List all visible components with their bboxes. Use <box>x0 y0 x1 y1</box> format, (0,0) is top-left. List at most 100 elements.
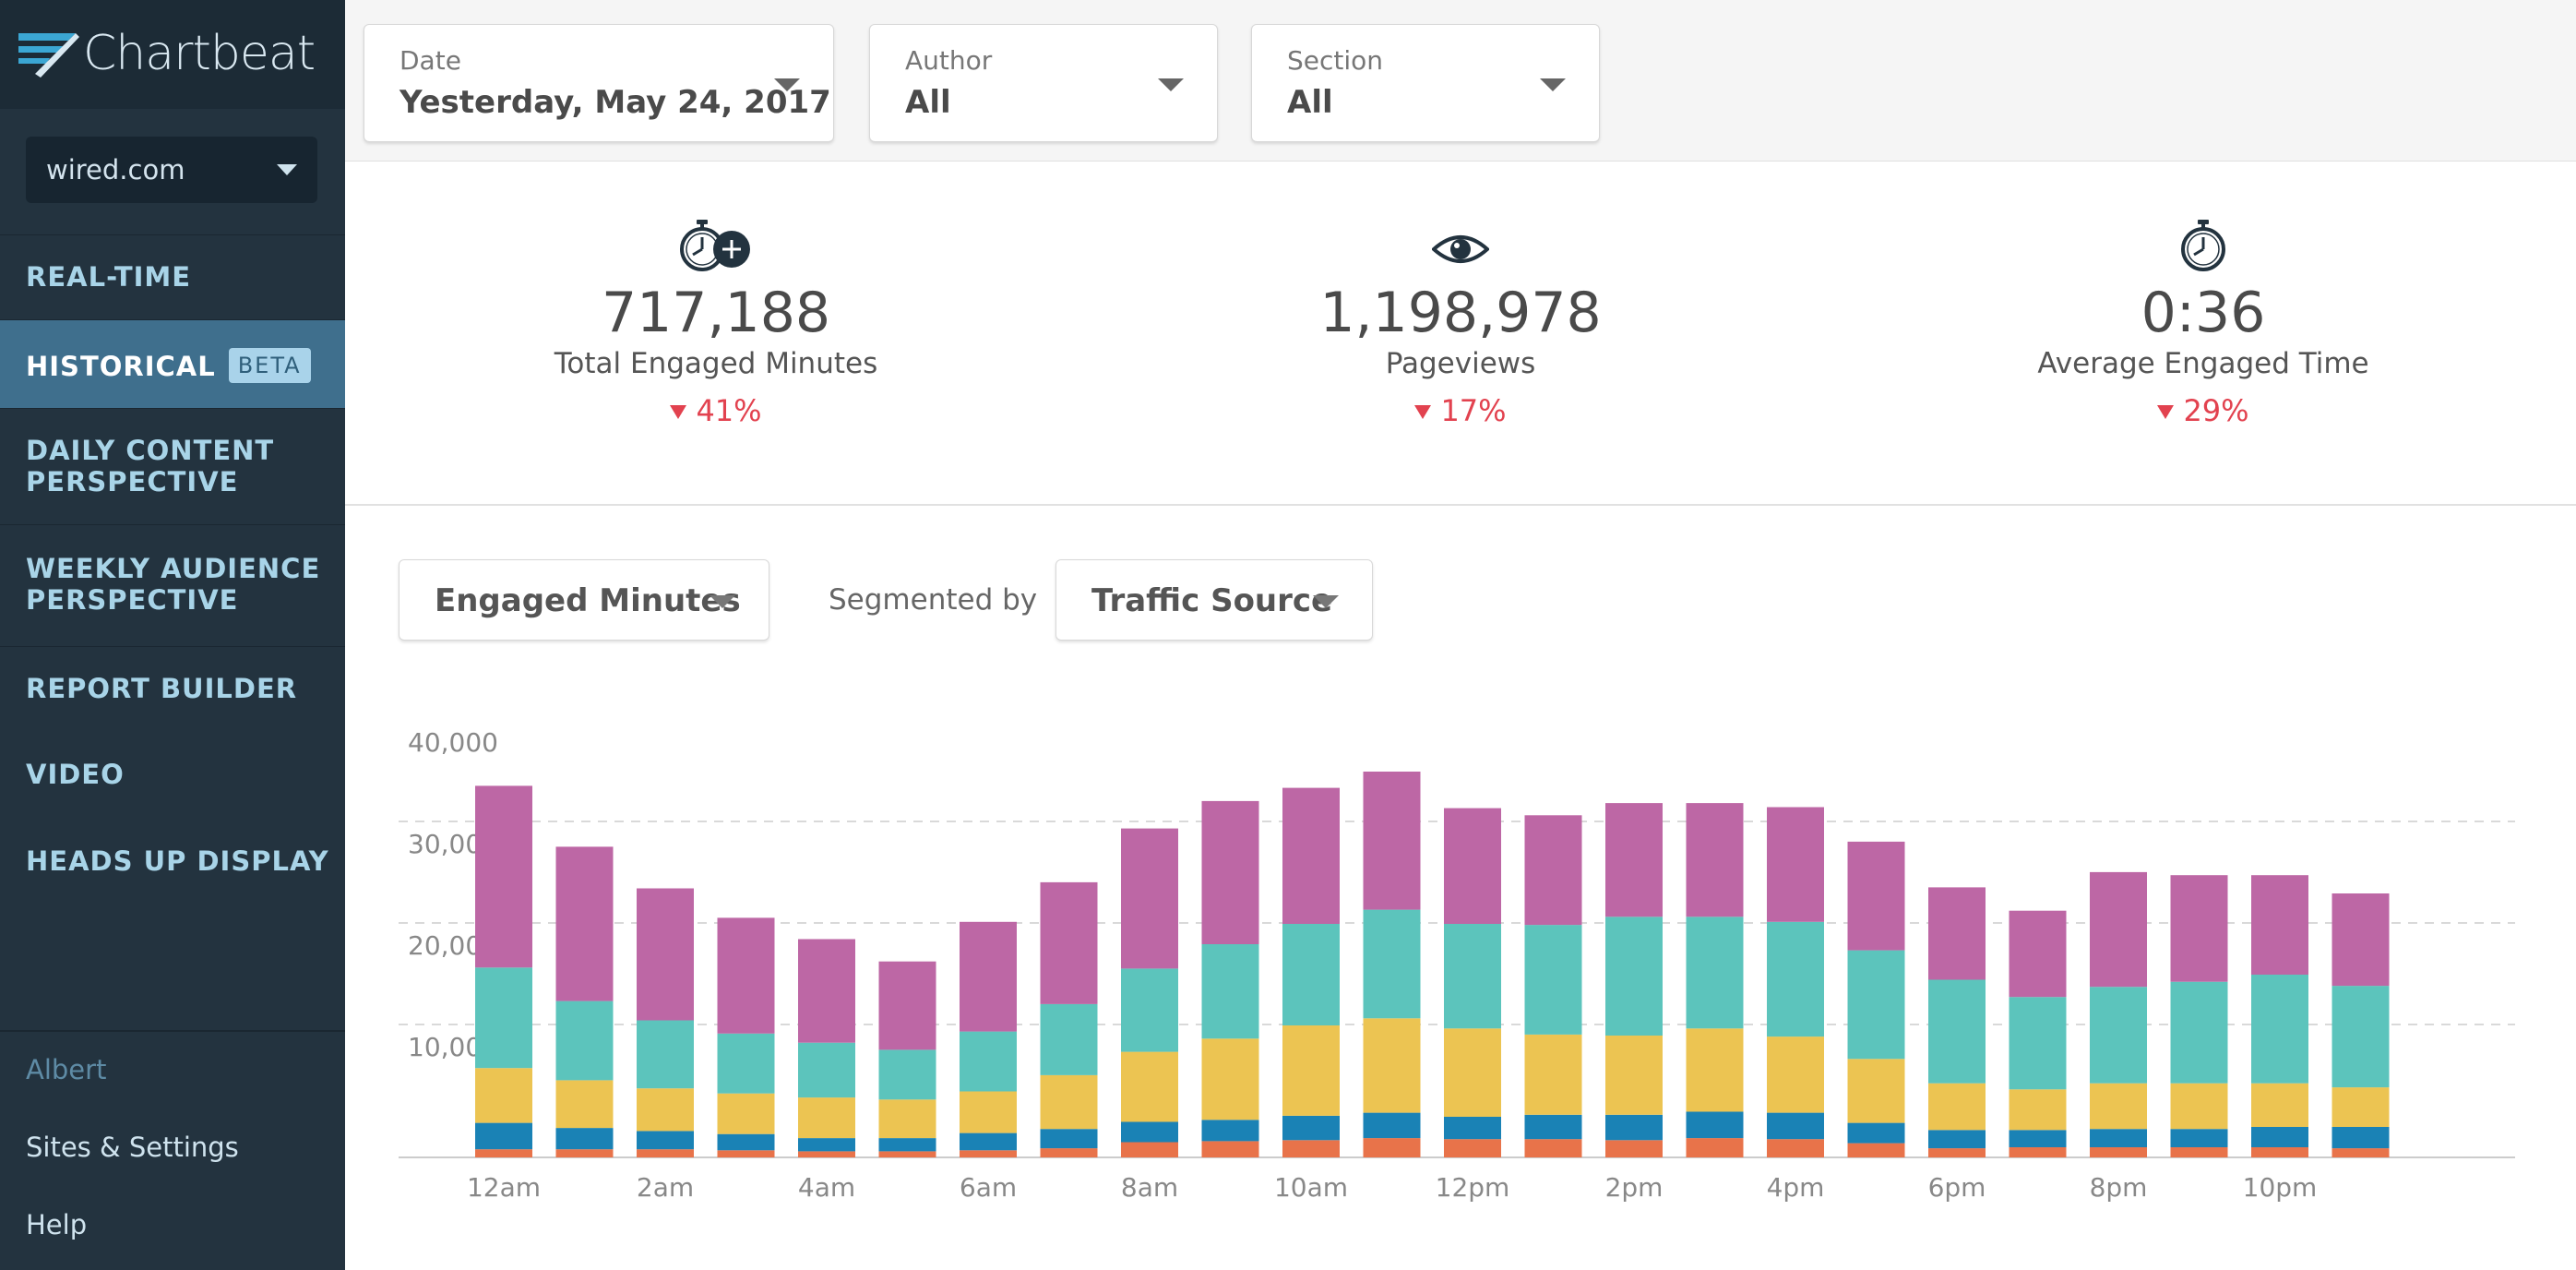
bar-segment-0[interactable] <box>878 1151 936 1157</box>
bar-segment-4[interactable] <box>2170 875 2228 982</box>
bar-segment-0[interactable] <box>1524 1139 1582 1157</box>
bar-segment-0[interactable] <box>1121 1142 1178 1158</box>
bar-segment-0[interactable] <box>637 1149 694 1157</box>
bar-segment-1[interactable] <box>1928 1130 1986 1149</box>
bar-segment-3[interactable] <box>878 1049 936 1100</box>
bar-segment-3[interactable] <box>555 1000 614 1081</box>
date-filter[interactable]: Date Yesterday, May 24, 2017 <box>364 24 834 142</box>
bar-stack[interactable] <box>1928 887 1986 1157</box>
bar-segment-4[interactable] <box>717 917 775 1034</box>
metric-select[interactable]: Engaged Minutes <box>399 559 769 641</box>
bar-segment-2[interactable] <box>960 1091 1017 1133</box>
bar-stack[interactable] <box>555 846 614 1157</box>
bar-segment-3[interactable] <box>798 1042 855 1098</box>
bar-segment-1[interactable] <box>1686 1111 1744 1139</box>
bar-segment-2[interactable] <box>1847 1059 1905 1123</box>
bar-segment-4[interactable] <box>1444 808 1501 924</box>
bar-segment-3[interactable] <box>1121 968 1178 1052</box>
bar-segment-2[interactable] <box>798 1097 855 1139</box>
bar-segment-0[interactable] <box>798 1151 855 1157</box>
bar-segment-3[interactable] <box>2090 987 2147 1084</box>
bar-segment-0[interactable] <box>1605 1140 1663 1157</box>
bar-segment-0[interactable] <box>2170 1147 2228 1157</box>
sidebar-item-video[interactable]: VIDEO <box>0 733 345 820</box>
bar-segment-4[interactable] <box>555 846 614 1001</box>
bar-segment-0[interactable] <box>1444 1139 1501 1157</box>
bar-segment-0[interactable] <box>1686 1138 1744 1157</box>
bar-segment-1[interactable] <box>2170 1129 2228 1147</box>
bar-segment-1[interactable] <box>1847 1122 1905 1144</box>
sidebar-item-heads-up-display[interactable]: HEADS UP DISPLAY <box>0 820 345 906</box>
bar-segment-3[interactable] <box>1686 917 1744 1029</box>
bar-stack[interactable] <box>2090 871 2147 1157</box>
bar-segment-3[interactable] <box>1847 950 1905 1060</box>
bar-segment-0[interactable] <box>555 1149 614 1157</box>
bar-segment-3[interactable] <box>1201 944 1259 1039</box>
bar-stack[interactable] <box>2170 875 2228 1157</box>
bar-stack[interactable] <box>1524 815 1582 1157</box>
bar-segment-0[interactable] <box>2009 1147 2067 1157</box>
bar-segment-4[interactable] <box>1121 828 1178 969</box>
help-link[interactable]: Help <box>26 1209 87 1240</box>
bar-segment-4[interactable] <box>1201 800 1259 944</box>
bar-segment-4[interactable] <box>1686 803 1744 917</box>
segment-select[interactable]: Traffic Source <box>1055 559 1373 641</box>
bar-segment-2[interactable] <box>2332 1087 2390 1127</box>
bar-segment-2[interactable] <box>878 1099 936 1139</box>
bar-segment-3[interactable] <box>2009 997 2067 1090</box>
bar-segment-4[interactable] <box>1928 887 1986 980</box>
bar-segment-2[interactable] <box>1605 1036 1663 1115</box>
bar-segment-1[interactable] <box>717 1133 775 1151</box>
bar-segment-1[interactable] <box>1121 1121 1178 1143</box>
bar-segment-2[interactable] <box>1444 1028 1501 1117</box>
bar-segment-2[interactable] <box>1767 1036 1824 1113</box>
bar-segment-3[interactable] <box>1605 917 1663 1036</box>
bar-segment-0[interactable] <box>1282 1140 1340 1157</box>
bar-segment-1[interactable] <box>2009 1130 2067 1147</box>
bar-stack[interactable] <box>1040 881 1098 1157</box>
bar-segment-2[interactable] <box>555 1080 614 1129</box>
bar-segment-2[interactable] <box>637 1088 694 1132</box>
bar-segment-2[interactable] <box>1524 1034 1582 1115</box>
sites-settings-link[interactable]: Sites & Settings <box>26 1132 239 1163</box>
bar-segment-1[interactable] <box>2251 1127 2308 1147</box>
bar-segment-4[interactable] <box>1040 881 1098 1004</box>
bar-segment-4[interactable] <box>798 939 855 1043</box>
bar-segment-1[interactable] <box>637 1131 694 1150</box>
bar-segment-4[interactable] <box>878 961 936 1050</box>
bar-segment-2[interactable] <box>1928 1083 1986 1131</box>
section-filter[interactable]: Section All <box>1251 24 1600 142</box>
bar-segment-0[interactable] <box>2332 1148 2390 1157</box>
bar-segment-2[interactable] <box>475 1068 532 1123</box>
bar-segment-2[interactable] <box>1686 1028 1744 1112</box>
bar-segment-3[interactable] <box>2170 981 2228 1084</box>
bar-segment-2[interactable] <box>717 1093 775 1134</box>
bar-segment-0[interactable] <box>1767 1139 1824 1157</box>
bar-segment-3[interactable] <box>717 1033 775 1094</box>
bar-stack[interactable] <box>1121 828 1178 1158</box>
bar-segment-3[interactable] <box>1444 924 1501 1029</box>
bar-segment-0[interactable] <box>1040 1148 1098 1157</box>
bar-segment-4[interactable] <box>960 921 1017 1032</box>
sidebar-item-daily-content-perspective[interactable]: DAILY CONTENT PERSPECTIVE <box>0 408 345 524</box>
bar-segment-1[interactable] <box>1201 1120 1259 1142</box>
bar-segment-3[interactable] <box>1363 909 1421 1019</box>
bar-segment-4[interactable] <box>475 785 532 968</box>
site-selector[interactable]: wired.com <box>26 137 317 203</box>
bar-segment-2[interactable] <box>1201 1038 1259 1120</box>
bar-segment-4[interactable] <box>1524 815 1582 926</box>
bar-segment-1[interactable] <box>2090 1129 2147 1147</box>
bar-stack[interactable] <box>1847 841 1905 1157</box>
bar-segment-4[interactable] <box>2009 910 2067 998</box>
bar-segment-3[interactable] <box>475 967 532 1069</box>
bar-segment-0[interactable] <box>960 1150 1017 1157</box>
sidebar-item-real-time[interactable]: REAL-TIME <box>0 234 345 319</box>
bar-segment-1[interactable] <box>1767 1112 1824 1140</box>
bar-segment-4[interactable] <box>1605 803 1663 917</box>
bar-segment-2[interactable] <box>1282 1025 1340 1116</box>
bar-stack[interactable] <box>717 917 775 1157</box>
bar-segment-1[interactable] <box>1363 1112 1421 1139</box>
bar-segment-4[interactable] <box>1847 841 1905 951</box>
bar-segment-3[interactable] <box>1524 925 1582 1035</box>
bar-segment-1[interactable] <box>2332 1127 2390 1149</box>
